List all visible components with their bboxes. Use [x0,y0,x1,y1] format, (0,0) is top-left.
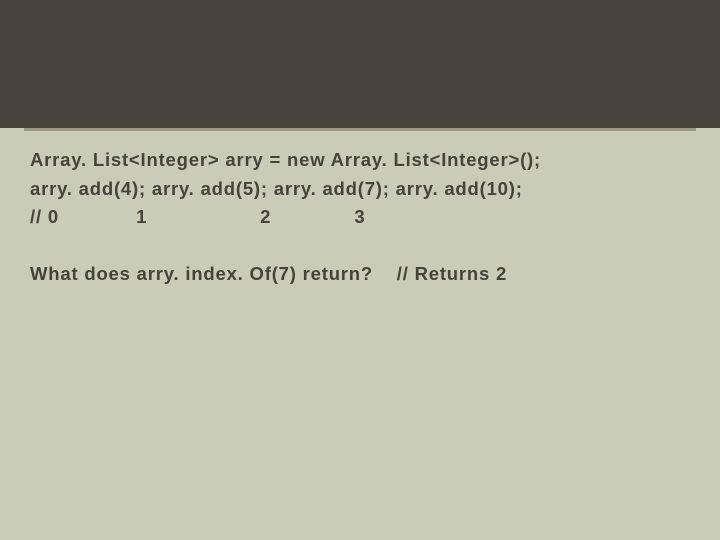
header-band [0,0,720,128]
slide: Array. List<Integer> arry = new Array. L… [0,0,720,540]
code-line-2: arry. add(4); arry. add(5); arry. add(7)… [30,175,690,204]
slide-content: Array. List<Integer> arry = new Array. L… [30,146,690,289]
code-line-1: Array. List<Integer> arry = new Array. L… [30,146,690,175]
code-line-3: // 0 1 2 3 [30,203,690,232]
question-line: What does arry. index. Of(7) return? // … [30,260,690,289]
accent-line [24,128,696,131]
